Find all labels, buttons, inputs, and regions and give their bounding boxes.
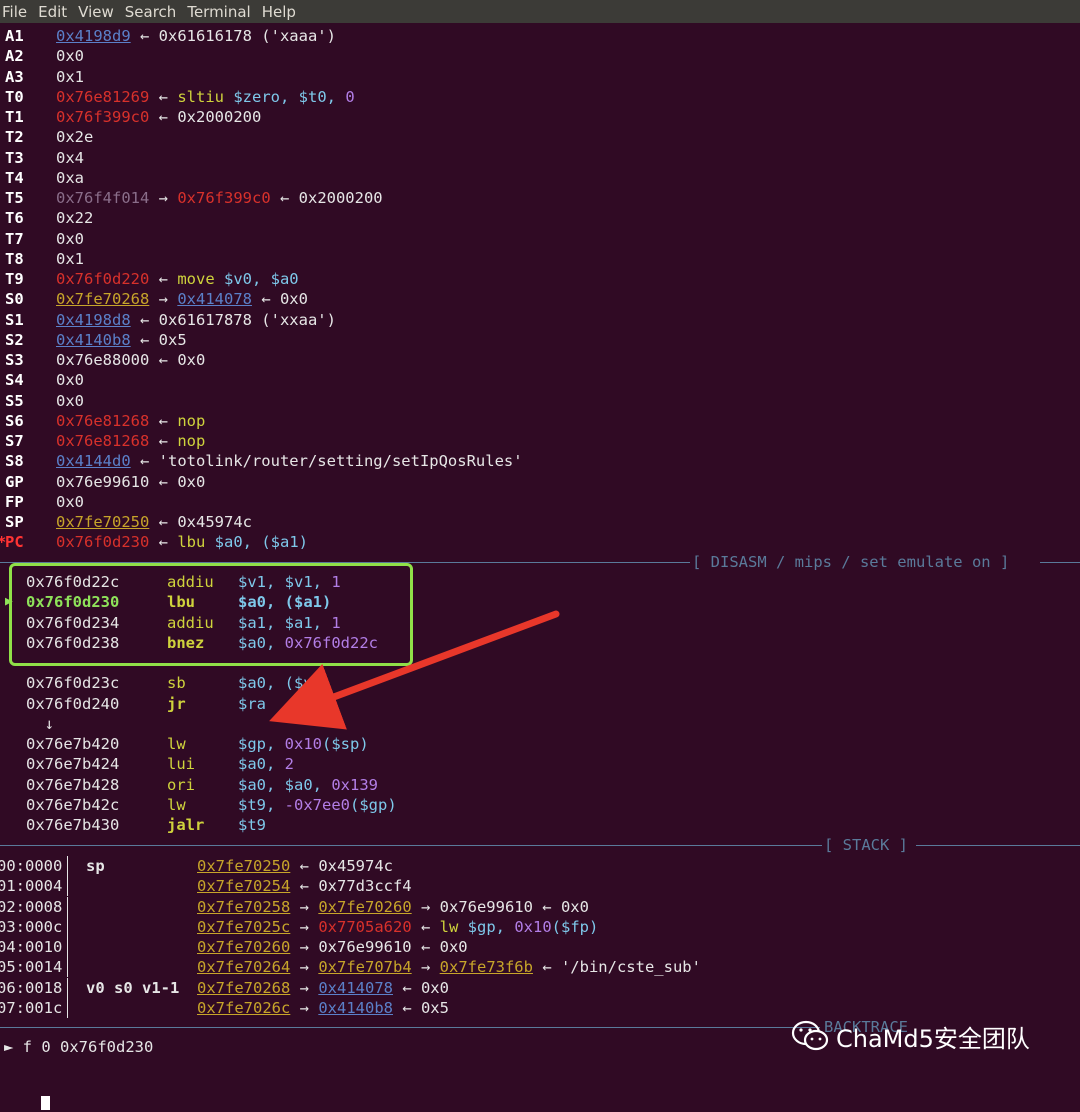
arrow-shaft (269, 610, 560, 730)
wechat-icon (791, 1020, 829, 1051)
cursor (41, 1095, 51, 1110)
watermark-text: ChaMd5安全团队 (836, 1024, 1030, 1053)
prompt-glyph (23, 1093, 42, 1111)
annotation-arrow (269, 610, 560, 730)
watermark: ChaMd5安全团队 (790, 1018, 1030, 1054)
